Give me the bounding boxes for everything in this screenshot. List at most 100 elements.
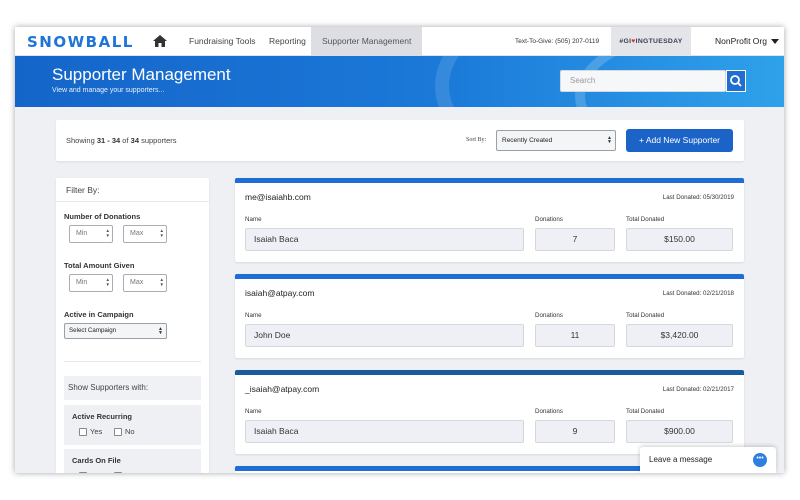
showing-suffix: supporters bbox=[139, 136, 177, 145]
results-count: Showing 31 - 34 of 34 supporters bbox=[66, 120, 177, 161]
select-arrows-icon: ▲ ▼ bbox=[158, 326, 163, 336]
sort-value: Recently Created bbox=[502, 137, 553, 144]
showing-of: of bbox=[120, 136, 131, 145]
giving-tuesday-pre: #GI bbox=[619, 38, 632, 45]
snowball-logo[interactable]: SNOWBALL bbox=[27, 33, 134, 51]
amount-max-input[interactable]: Max ▲ ▼ bbox=[123, 274, 167, 292]
showing-prefix: Showing bbox=[66, 136, 97, 145]
checkbox-box bbox=[79, 472, 87, 473]
last-donated: Last Donated: 02/21/2017 bbox=[662, 386, 734, 393]
cards-no-checkbox[interactable]: No bbox=[114, 471, 135, 473]
cards-on-file-label: Cards On File bbox=[72, 456, 121, 465]
select-arrows-icon: ▲ ▼ bbox=[607, 135, 612, 145]
active-recurring-group: Active Recurring Yes No bbox=[64, 405, 201, 445]
checkbox-box bbox=[114, 428, 122, 437]
last-donated: Last Donated: 02/21/2018 bbox=[662, 290, 734, 297]
supporter-name-field: Isaiah Baca bbox=[245, 420, 524, 443]
spinner-icon: ▲ ▼ bbox=[105, 228, 110, 238]
donations-label: Donations bbox=[535, 312, 563, 319]
supporter-email: isaiah@atpay.com bbox=[245, 288, 315, 298]
giving-tuesday-post: INGTUESDAY bbox=[635, 38, 683, 45]
name-label: Name bbox=[245, 312, 262, 319]
nav-fundraising-tools[interactable]: Fundraising Tools bbox=[178, 27, 266, 56]
total-donated-label: Total Donated bbox=[626, 408, 665, 415]
campaign-value: Select Campaign bbox=[69, 327, 117, 334]
donations-count-field: 11 bbox=[535, 324, 615, 347]
donations-label: Donations bbox=[535, 408, 563, 415]
filter-panel: Filter By: Number of Donations Min ▲ ▼ Max… bbox=[56, 178, 209, 473]
add-new-supporter-button[interactable]: + Add New Supporter bbox=[626, 129, 733, 152]
last-donated: Last Donated: 05/30/2019 bbox=[662, 194, 734, 201]
caret-down-icon bbox=[770, 39, 779, 45]
total-donated-field: $150.00 bbox=[626, 228, 733, 251]
spinner-icon: ▲ ▼ bbox=[159, 228, 164, 238]
no-label: No bbox=[125, 427, 135, 436]
giving-tuesday-link[interactable]: #GI♥INGTUESDAY bbox=[611, 27, 691, 56]
yes-label: Yes bbox=[90, 471, 102, 473]
showing-total: 34 bbox=[130, 136, 139, 145]
results-toolbar: Showing 31 - 34 of 34 supporters Sort By… bbox=[56, 120, 744, 161]
min-placeholder: Min bbox=[76, 230, 88, 237]
total-donated-field: $900.00 bbox=[626, 420, 733, 443]
checkbox-box bbox=[79, 428, 87, 437]
supporter-card[interactable]: me@isaiahb.com Last Donated: 05/30/2019 … bbox=[235, 178, 744, 262]
active-in-campaign-label: Active in Campaign bbox=[64, 310, 134, 319]
name-label: Name bbox=[245, 216, 262, 223]
total-donated-label: Total Donated bbox=[626, 216, 665, 223]
number-of-donations-label: Number of Donations bbox=[64, 212, 141, 221]
app-window: SNOWBALL Fundraising Tools Reporting Sup… bbox=[15, 27, 784, 473]
spinner-icon: ▲ ▼ bbox=[105, 277, 110, 287]
page-subtitle: View and manage your supporters... bbox=[52, 87, 165, 94]
text-to-give: Text-To-Give: (505) 207-0119 bbox=[515, 38, 600, 45]
donations-count-field: 9 bbox=[535, 420, 615, 443]
campaign-select[interactable]: Select Campaign ▲ ▼ bbox=[64, 323, 167, 339]
chat-bubble-icon: ••• bbox=[753, 453, 767, 467]
name-label: Name bbox=[245, 408, 262, 415]
donations-count-field: 7 bbox=[535, 228, 615, 251]
supporter-card[interactable]: isaiah@atpay.com Last Donated: 02/21/201… bbox=[235, 274, 744, 358]
page-header-banner: Supporter Management View and manage you… bbox=[15, 56, 784, 107]
org-menu[interactable]: NonProfit Org bbox=[715, 27, 779, 56]
divider bbox=[64, 361, 201, 362]
home-icon[interactable] bbox=[152, 33, 168, 49]
donations-max-input[interactable]: Max ▲ ▼ bbox=[123, 225, 167, 243]
min-placeholder: Min bbox=[76, 279, 88, 286]
cards-on-file-group: Cards On File Yes No bbox=[64, 449, 201, 473]
no-label: No bbox=[125, 471, 135, 473]
search-icon bbox=[730, 75, 742, 87]
donations-label: Donations bbox=[535, 216, 563, 223]
total-amount-given-label: Total Amount Given bbox=[64, 261, 135, 270]
cards-yes-checkbox[interactable]: Yes bbox=[79, 471, 102, 473]
donations-min-input[interactable]: Min ▲ ▼ bbox=[69, 225, 113, 243]
filter-heading: Filter By: bbox=[56, 178, 209, 202]
search-button[interactable] bbox=[726, 70, 746, 92]
chat-label: Leave a message bbox=[649, 455, 713, 464]
nav-reporting[interactable]: Reporting bbox=[258, 27, 317, 56]
yes-label: Yes bbox=[90, 427, 103, 436]
supporter-name-field: John Doe bbox=[245, 324, 524, 347]
showing-range: 31 - 34 bbox=[96, 136, 121, 145]
supporter-name-field: Isaiah Baca bbox=[245, 228, 524, 251]
recurring-yes-checkbox[interactable]: Yes bbox=[79, 427, 103, 437]
supporter-card[interactable]: _isaiah@atpay.com Last Donated: 02/21/20… bbox=[235, 370, 744, 454]
total-donated-field: $3,420.00 bbox=[626, 324, 733, 347]
spinner-icon: ▲ ▼ bbox=[159, 277, 164, 287]
supporter-email: me@isaiahb.com bbox=[245, 192, 311, 202]
max-placeholder: Max bbox=[130, 230, 144, 237]
recurring-no-checkbox[interactable]: No bbox=[114, 427, 135, 437]
active-recurring-label: Active Recurring bbox=[72, 412, 133, 421]
total-donated-label: Total Donated bbox=[626, 312, 665, 319]
chat-widget[interactable]: Leave a message ••• bbox=[640, 447, 776, 473]
supporter-email: _isaiah@atpay.com bbox=[245, 384, 320, 394]
nav-supporter-management[interactable]: Supporter Management bbox=[311, 27, 423, 56]
search-input[interactable]: Search bbox=[560, 70, 726, 92]
sort-label: Sort By: bbox=[466, 137, 487, 143]
top-navbar: SNOWBALL Fundraising Tools Reporting Sup… bbox=[15, 27, 784, 56]
show-supporters-with-heading: Show Supporters with: bbox=[64, 376, 201, 400]
amount-min-input[interactable]: Min ▲ ▼ bbox=[69, 274, 113, 292]
org-name: NonProfit Org bbox=[715, 36, 767, 46]
page-title: Supporter Management bbox=[52, 65, 231, 84]
sort-select[interactable]: Recently Created ▲ ▼ bbox=[496, 130, 616, 151]
max-placeholder: Max bbox=[130, 279, 144, 286]
checkbox-box bbox=[114, 472, 122, 473]
